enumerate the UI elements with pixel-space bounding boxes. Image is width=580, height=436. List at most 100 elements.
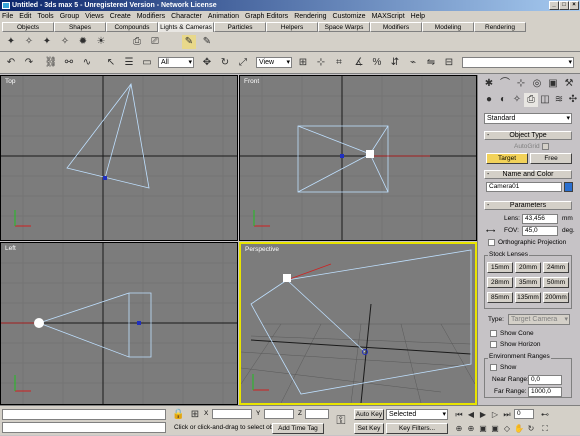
angle-snap-icon[interactable]: ∡ (352, 56, 366, 70)
set-key-icon[interactable]: ⚿ (334, 413, 348, 427)
zoom-all-icon[interactable]: ⊕ (466, 422, 476, 436)
snap-toggle-icon[interactable]: ⌗ (332, 56, 346, 70)
fov-field[interactable]: 45,0 (522, 226, 558, 236)
menu-modifiers[interactable]: Modifiers (137, 13, 165, 20)
play-icon[interactable]: ▶ (478, 408, 488, 422)
select-manipulate-icon[interactable]: ⊹ (314, 56, 328, 70)
viewport-left[interactable]: Left (0, 242, 238, 405)
lens-15mm-button[interactable]: 15mm (487, 262, 513, 273)
maximize-button[interactable]: □ (559, 1, 569, 10)
free-spot-icon[interactable]: ✧ (22, 35, 36, 49)
free-direct-icon[interactable]: ✧ (58, 35, 72, 49)
menu-character[interactable]: Character (171, 13, 202, 20)
pivot-center-icon[interactable]: ⊞ (296, 56, 310, 70)
object-color-swatch[interactable] (564, 182, 573, 192)
category-dropdown[interactable]: Standard (484, 113, 572, 124)
menu-customize[interactable]: Customize (333, 13, 366, 20)
tab-lights-cameras[interactable]: Lights & Cameras (158, 22, 214, 32)
undo-icon[interactable]: ↶ (4, 56, 18, 70)
viewport-perspective[interactable]: Perspective (239, 242, 477, 405)
next-frame-icon[interactable]: ▷ (490, 408, 500, 422)
pan-icon[interactable]: ✋ (514, 422, 524, 436)
fov-icon[interactable]: ◇ (502, 422, 512, 436)
lens-24mm-button[interactable]: 24mm (543, 262, 569, 273)
fov-direction-icon[interactable]: ⟷ (486, 227, 495, 235)
percent-snap-icon[interactable]: % (370, 56, 384, 70)
spinner-snap-icon[interactable]: ⇵ (388, 56, 402, 70)
target-button[interactable]: Target (486, 153, 528, 164)
lens-85mm-button[interactable]: 85mm (487, 292, 513, 303)
camera-target[interactable] (340, 154, 344, 158)
menu-views[interactable]: Views (85, 13, 104, 20)
menu-maxscript[interactable]: MAXScript (372, 13, 405, 20)
y-coord-field[interactable] (264, 409, 294, 419)
menu-animation[interactable]: Animation (208, 13, 239, 20)
tab-objects[interactable]: Objects (2, 22, 54, 32)
named-selection-sets-dropdown[interactable] (462, 57, 574, 68)
tab-modifiers[interactable]: Modifiers (370, 22, 422, 32)
camera-body[interactable] (366, 150, 374, 158)
z-coord-field[interactable] (305, 409, 329, 419)
select-object-icon[interactable]: ↖ (104, 56, 118, 70)
add-time-tag-button[interactable]: Add Time Tag (272, 423, 324, 434)
lens-20mm-button[interactable]: 20mm (515, 262, 541, 273)
show-horizon-checkbox[interactable] (490, 341, 497, 348)
target-spot-icon[interactable]: ✦ (4, 35, 18, 49)
viewport-top[interactable]: Top (0, 75, 238, 241)
set-key-button[interactable]: Set Key (354, 423, 384, 434)
select-link-icon[interactable]: ⛓ (44, 56, 58, 70)
selection-filter-dropdown[interactable]: All (158, 57, 194, 68)
camera-cone[interactable] (37, 292, 152, 358)
align-icon[interactable]: ⊟ (442, 56, 456, 70)
zoom-extents-icon[interactable]: ▣ (478, 422, 488, 436)
go-to-end-icon[interactable]: ⏭ (502, 408, 512, 422)
key-filters-button[interactable]: Key Filters... (386, 423, 448, 434)
tab-helpers[interactable]: Helpers (266, 22, 318, 32)
arc-rotate-icon[interactable]: ↻ (526, 422, 536, 436)
previous-frame-icon[interactable]: ◀ (466, 408, 476, 422)
free-camera-icon[interactable]: ⎚ (148, 35, 162, 49)
utilities-panel-icon[interactable]: ⚒ (562, 77, 576, 91)
target-direct-icon[interactable]: ✦ (40, 35, 54, 49)
menu-graph-editors[interactable]: Graph Editors (245, 13, 288, 20)
mirror-icon[interactable]: ⇋ (424, 56, 438, 70)
lens-28mm-button[interactable]: 28mm (487, 277, 513, 288)
lock-selection-icon[interactable]: 🔒 (172, 408, 184, 422)
space-warps-icon[interactable]: ≋ (552, 93, 566, 107)
named-selection-icon[interactable]: ⌁ (406, 56, 420, 70)
key-mode-dropdown[interactable]: Selected (386, 409, 448, 420)
zoom-extents-all-icon[interactable]: ▣ (490, 422, 500, 436)
current-frame-field[interactable]: 0 (514, 409, 534, 419)
close-button[interactable]: × (569, 1, 579, 10)
select-by-name-icon[interactable]: ☰ (122, 56, 136, 70)
orthographic-checkbox[interactable] (488, 239, 495, 246)
maxscript-listener[interactable] (2, 409, 166, 420)
x-coord-field[interactable] (212, 409, 252, 419)
camera-body[interactable] (283, 274, 291, 282)
go-to-start-icon[interactable]: ⏮ (454, 408, 464, 422)
daylight-system-icon[interactable]: ✎ (182, 35, 196, 49)
lens-50mm-button[interactable]: 50mm (543, 277, 569, 288)
object-name-field[interactable]: Camera01 (486, 182, 562, 192)
cameras-icon[interactable]: ⎙ (524, 93, 538, 107)
menu-tools[interactable]: Tools (37, 13, 53, 20)
shapes-icon[interactable]: ◐ (496, 93, 510, 107)
menu-edit[interactable]: Edit (19, 13, 31, 20)
target-camera-icon[interactable]: ⎙ (130, 35, 144, 49)
far-range-field[interactable]: 1000,0 (528, 387, 562, 397)
zoom-icon[interactable]: ⊕ (454, 422, 464, 436)
omni-light-icon[interactable]: ✹ (76, 35, 90, 49)
camera-frustum[interactable] (250, 249, 472, 395)
tab-modeling[interactable]: Modeling (422, 22, 474, 32)
bind-space-warp-icon[interactable]: ∿ (80, 56, 94, 70)
hierarchy-panel-icon[interactable]: ⊹ (514, 77, 528, 91)
lens-200mm-button[interactable]: 200mm (543, 292, 569, 303)
lens-field[interactable]: 43,456 (522, 214, 558, 224)
lens-35mm-button[interactable]: 35mm (515, 277, 541, 288)
lens-135mm-button[interactable]: 135mm (515, 292, 541, 303)
sunlight-system-icon[interactable]: ✎ (200, 35, 214, 49)
menu-group[interactable]: Group (60, 13, 79, 20)
helpers-icon[interactable]: ◫ (538, 93, 552, 107)
absolute-mode-icon[interactable]: ⊞ (190, 408, 200, 422)
env-show-checkbox[interactable] (490, 364, 497, 371)
